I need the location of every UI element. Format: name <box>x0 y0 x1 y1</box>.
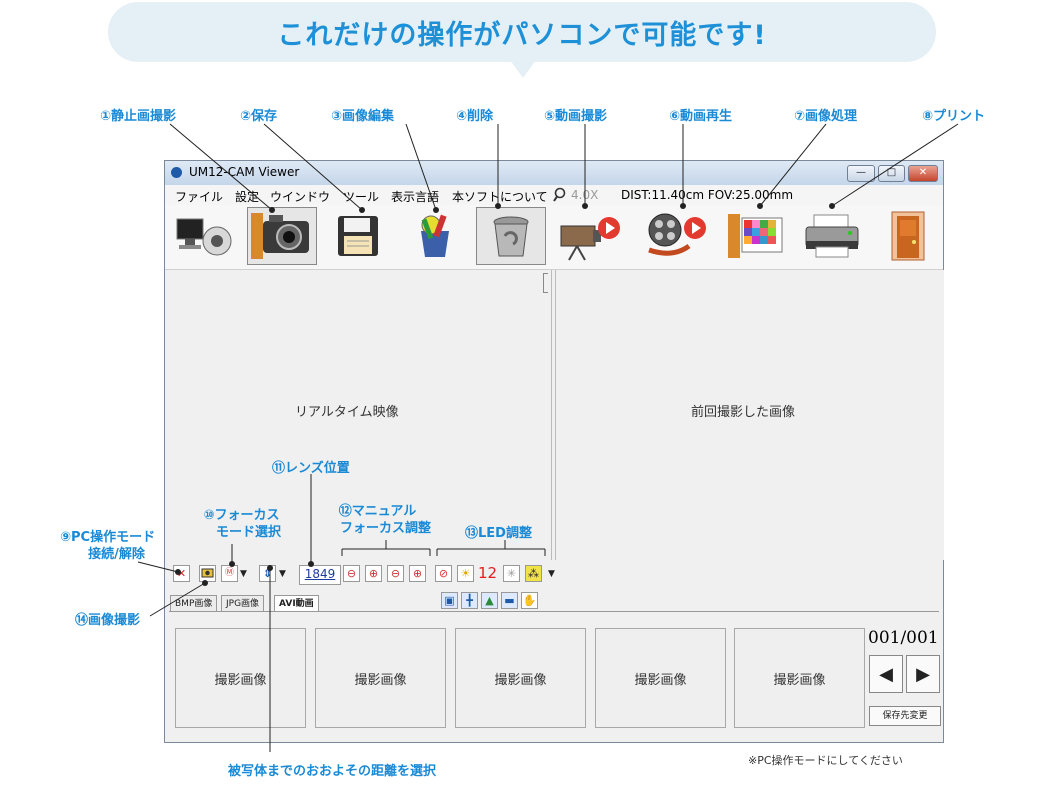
leader-lines <box>137 123 959 752</box>
